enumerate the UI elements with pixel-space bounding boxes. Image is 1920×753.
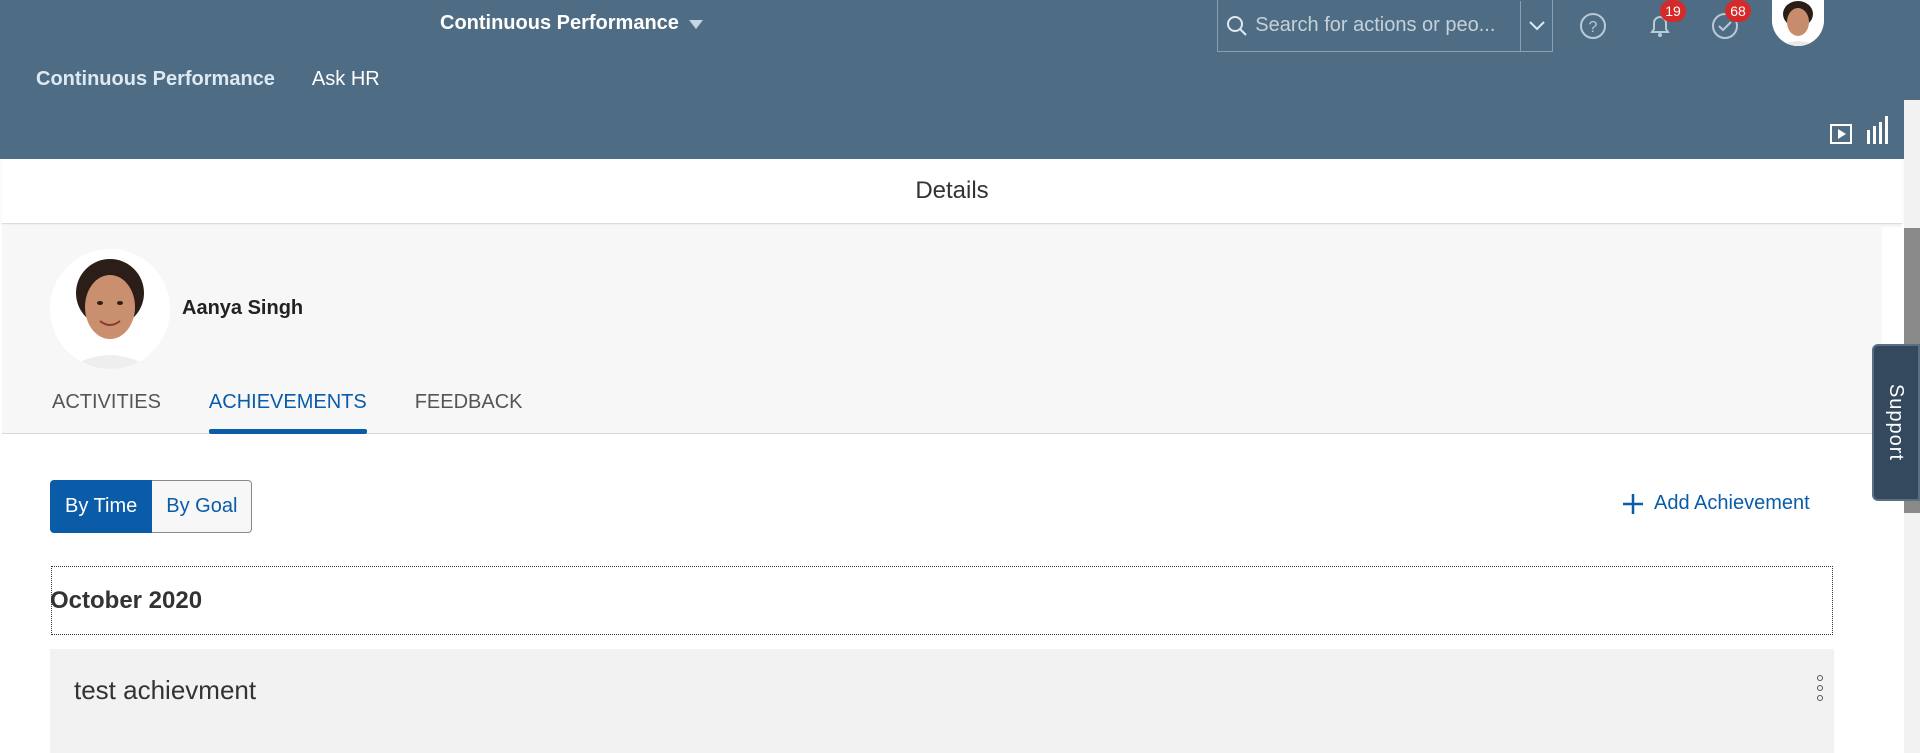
caret-down-icon bbox=[688, 19, 703, 29]
add-achievement-button[interactable]: Add Achievement bbox=[1622, 492, 1810, 515]
by-time-button[interactable]: By Time bbox=[50, 480, 153, 533]
shell-header: Continuous Performance ? 19 68 Continuou… bbox=[0, 0, 1920, 159]
overflow-menu-icon[interactable] bbox=[1814, 675, 1826, 701]
month-label: October 2020 bbox=[50, 586, 203, 614]
help-icon[interactable]: ? bbox=[1573, 6, 1613, 46]
user-avatar[interactable] bbox=[1772, 0, 1824, 46]
view-toggle: By Time By Goal bbox=[50, 480, 253, 533]
bar-chart-icon[interactable] bbox=[1866, 116, 1890, 149]
add-achievement-label: Add Achievement bbox=[1654, 492, 1810, 514]
profile-avatar bbox=[50, 249, 170, 369]
profile-name: Aanya Singh bbox=[182, 297, 304, 319]
svg-text:?: ? bbox=[1589, 19, 1598, 36]
search-box[interactable] bbox=[1217, 0, 1553, 52]
tab-activities[interactable]: ACTIVITIES bbox=[52, 391, 161, 434]
support-button[interactable]: Support bbox=[1872, 344, 1920, 501]
page-title: Details bbox=[915, 177, 989, 204]
tab-achievements[interactable]: ACHIEVEMENTS bbox=[208, 391, 367, 434]
details-title-bar: Details bbox=[2, 159, 1902, 224]
profile-header: Aanya Singh ACTIVITIES ACHIEVEMENTS FEED… bbox=[2, 225, 1882, 434]
search-input[interactable] bbox=[1255, 0, 1521, 51]
top-nav: Continuous Performance Ask HR bbox=[36, 68, 380, 91]
month-group-header: October 2020 bbox=[50, 566, 1833, 635]
achievement-title: test achievment bbox=[74, 675, 257, 705]
tasks-button[interactable]: 68 bbox=[1705, 0, 1751, 46]
notifications-badge: 19 bbox=[1660, 0, 1686, 22]
notifications-button[interactable]: 19 bbox=[1640, 0, 1686, 46]
play-icon[interactable] bbox=[1830, 124, 1852, 149]
profile-tabs: ACTIVITIES ACHIEVEMENTS FEEDBACK bbox=[52, 391, 523, 434]
support-label: Support bbox=[1885, 383, 1908, 462]
search-icon[interactable] bbox=[1218, 1, 1255, 51]
app-title-menu[interactable]: Continuous Performance bbox=[440, 10, 703, 36]
plus-icon bbox=[1623, 493, 1643, 514]
nav-item-ask-hr[interactable]: Ask HR bbox=[312, 68, 380, 91]
tasks-badge: 68 bbox=[1725, 0, 1751, 22]
app-title-label: Continuous Performance bbox=[440, 11, 679, 34]
list-item[interactable]: test achievment bbox=[50, 649, 1834, 753]
nav-item-continuous-performance[interactable]: Continuous Performance bbox=[36, 68, 275, 91]
chevron-down-icon[interactable] bbox=[1520, 0, 1552, 51]
shell-tools bbox=[1830, 116, 1890, 149]
tab-feedback[interactable]: FEEDBACK bbox=[415, 391, 523, 434]
by-goal-button[interactable]: By Goal bbox=[152, 480, 253, 533]
